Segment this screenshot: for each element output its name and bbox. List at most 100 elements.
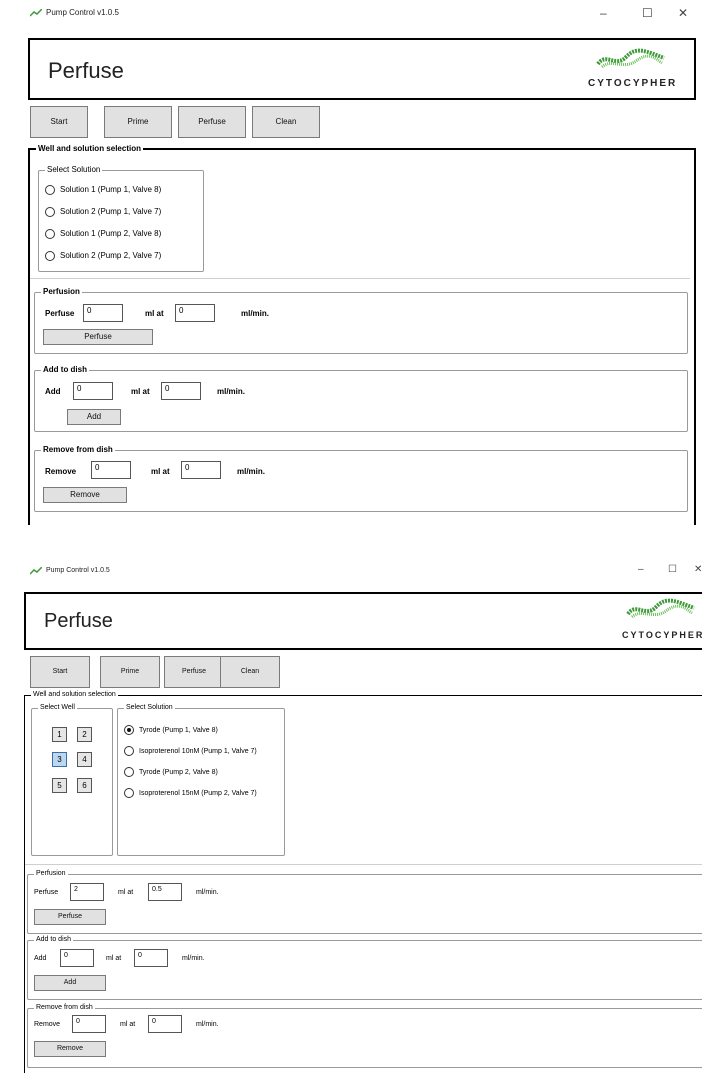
logo-graphic (626, 598, 695, 619)
solution-option[interactable]: Tyrode (Pump 1, Valve 8) (124, 725, 218, 735)
radio-button[interactable] (45, 207, 55, 217)
divider (30, 278, 690, 279)
radio-button[interactable] (45, 251, 55, 261)
add-button[interactable]: Add (67, 409, 121, 425)
remove-volume-input[interactable]: 0 (91, 461, 131, 479)
minimize-icon[interactable]: – (638, 564, 644, 575)
solution-option[interactable]: Solution 2 (Pump 2, Valve 7) (45, 251, 161, 261)
remove-volume-label: Remove (45, 467, 77, 476)
start-button[interactable]: Start (30, 656, 90, 688)
app-icon (30, 9, 42, 17)
unit-label: ml/min. (196, 889, 219, 896)
add-group-label: Add to dish (41, 365, 89, 375)
perfuse-mode-button[interactable]: Perfuse (164, 656, 224, 688)
maximize-icon[interactable]: ☐ (668, 564, 677, 575)
well-button-4[interactable]: 4 (77, 752, 92, 767)
logo-text: CYTOCYPHER (588, 78, 678, 89)
page-header: Perfuse CYTOCYPHER (28, 38, 696, 100)
perfuse-rate-input[interactable]: 0.5 (148, 883, 182, 901)
add-volume-input[interactable]: 0 (60, 949, 94, 967)
well-button-6[interactable]: 6 (77, 778, 92, 793)
close-icon[interactable]: ✕ (694, 564, 702, 575)
solution-option[interactable]: Solution 1 (Pump 2, Valve 8) (45, 229, 161, 239)
solution-option[interactable]: Solution 2 (Pump 1, Valve 7) (45, 207, 161, 217)
add-volume-input[interactable]: 0 (73, 382, 113, 400)
logo-graphic (596, 48, 665, 69)
page-title: Perfuse (44, 610, 113, 632)
add-button[interactable]: Add (34, 975, 106, 991)
perfusion-group-label: Perfusion (41, 287, 82, 297)
remove-rate-input[interactable]: 0 (181, 461, 221, 479)
perfuse-button[interactable]: Perfuse (34, 909, 106, 925)
perfuse-volume-input[interactable]: 0 (83, 304, 123, 322)
perfuse-rate-input[interactable]: 0 (175, 304, 215, 322)
remove-button[interactable]: Remove (34, 1041, 106, 1057)
well-select-label: Select Well (38, 703, 77, 713)
radio-button[interactable] (124, 746, 134, 756)
well-solution-group: Well and solution selection Select Solut… (28, 144, 696, 525)
add-rate-input[interactable]: 0 (161, 382, 201, 400)
unit-label: ml/min. (217, 387, 246, 396)
well-solution-group: Well and solution selection Select Well … (24, 690, 702, 1073)
well-button-2[interactable]: 2 (77, 727, 92, 742)
clean-button[interactable]: Clean (220, 656, 280, 688)
well-select-group: Select Well 1 2 3 4 5 6 (31, 703, 113, 856)
well-button-3[interactable]: 3 (52, 752, 67, 767)
add-group-label: Add to dish (34, 935, 74, 945)
close-icon[interactable]: ✕ (678, 6, 688, 20)
minimize-icon[interactable]: – (600, 6, 607, 20)
radio-button[interactable] (45, 185, 55, 195)
solution-select-group: Select Solution Tyrode (Pump 1, Valve 8)… (117, 703, 285, 856)
solution-option[interactable]: Solution 1 (Pump 1, Valve 8) (45, 185, 161, 195)
perfuse-mode-button[interactable]: Perfuse (178, 106, 246, 138)
add-to-dish-group: Add to dish Add 0 ml at 0 ml/min. Add (27, 935, 702, 1000)
ml-at-label: ml at (131, 387, 150, 396)
window-title: Pump Control v1.0.5 (46, 567, 110, 574)
remove-group-label: Remove from dish (41, 445, 115, 455)
perfuse-volume-input[interactable]: 2 (70, 883, 104, 901)
maximize-icon[interactable]: ☐ (642, 6, 653, 20)
radio-button[interactable] (124, 767, 134, 777)
unit-label: ml/min. (196, 1021, 219, 1028)
pump-control-window-top: Pump Control v1.0.5 – ☐ ✕ Perfuse CYTOCY… (22, 0, 702, 525)
pump-control-window-bottom: Pump Control v1.0.5 – ☐ ✕ Perfuse CYTOCY… (22, 560, 702, 1073)
ml-at-label: ml at (118, 889, 134, 896)
prime-button[interactable]: Prime (104, 106, 172, 138)
well-button-1[interactable]: 1 (52, 727, 67, 742)
perfusion-group: Perfusion Perfuse 2 ml at 0.5 ml/min. Pe… (27, 869, 702, 934)
remove-from-dish-group: Remove from dish Remove 0 ml at 0 ml/min… (34, 445, 688, 512)
well-solution-group-label: Well and solution selection (31, 690, 118, 700)
prime-button[interactable]: Prime (100, 656, 160, 688)
well-solution-group-label: Well and solution selection (36, 144, 143, 154)
start-button[interactable]: Start (30, 106, 88, 138)
add-rate-input[interactable]: 0 (134, 949, 168, 967)
remove-volume-input[interactable]: 0 (72, 1015, 106, 1033)
clean-button[interactable]: Clean (252, 106, 320, 138)
solution-select-label: Select Solution (124, 703, 175, 713)
solution-option[interactable]: Tyrode (Pump 2, Valve 8) (124, 767, 218, 777)
perfuse-button[interactable]: Perfuse (43, 329, 153, 345)
perfusion-group-label: Perfusion (34, 869, 68, 879)
solution-option[interactable]: Isoproterenol 10nM (Pump 1, Valve 7) (124, 746, 257, 756)
page-header: Perfuse CYTOCYPHER (24, 592, 702, 650)
ml-at-label: ml at (145, 309, 164, 318)
solution-option[interactable]: Isoproterenol 15nM (Pump 2, Valve 7) (124, 788, 257, 798)
solution-select-label: Select Solution (45, 165, 103, 175)
well-button-5[interactable]: 5 (52, 778, 67, 793)
title-bar[interactable]: Pump Control v1.0.5 – ☐ ✕ (22, 560, 702, 586)
title-bar[interactable]: Pump Control v1.0.5 – ☐ ✕ (22, 0, 702, 30)
radio-button-selected[interactable] (124, 725, 134, 735)
perfuse-volume-label: Perfuse (45, 309, 75, 318)
ml-at-label: ml at (151, 467, 170, 476)
add-volume-label: Add (34, 955, 47, 962)
radio-button[interactable] (124, 788, 134, 798)
window-title: Pump Control v1.0.5 (46, 8, 119, 17)
remove-group-label: Remove from dish (34, 1003, 95, 1013)
page-title: Perfuse (48, 58, 124, 83)
radio-button[interactable] (45, 229, 55, 239)
ml-at-label: ml at (120, 1021, 136, 1028)
app-icon (30, 567, 42, 575)
add-volume-label: Add (45, 387, 61, 396)
remove-rate-input[interactable]: 0 (148, 1015, 182, 1033)
remove-button[interactable]: Remove (43, 487, 127, 503)
